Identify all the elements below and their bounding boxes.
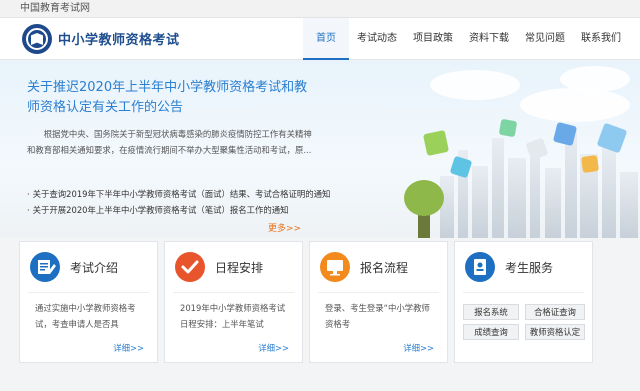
card-title[interactable]: 日程安排 (215, 259, 263, 276)
card-title[interactable]: 报名流程 (360, 259, 408, 276)
nav-home[interactable]: 首页 (303, 18, 349, 60)
details-link[interactable]: 详细>> (113, 342, 144, 354)
hero-headline[interactable]: 关于推迟2020年上半年中小学教师资格考试和教师资格认定有关工作的公告 (27, 78, 317, 118)
card-schedule: 日程安排 2019年中小学教师资格考试日程安排：上半年笔试 详细>> (164, 241, 303, 363)
topbar-site-name[interactable]: 中国教育考试网 (20, 3, 90, 14)
main-nav: 首页 考试动态 项目政策 资料下载 常见问题 联系我们 (303, 18, 629, 60)
card-candidate-services: 考生服务 报名系统 合格证查询 成绩查询 教师资格认定 (454, 241, 593, 363)
document-edit-icon (30, 252, 60, 282)
details-link[interactable]: 详细>> (403, 342, 434, 354)
site-title[interactable]: 中小学教师资格考试 (58, 29, 180, 48)
contact-card-icon (465, 252, 495, 282)
card-title[interactable]: 考试介绍 (70, 259, 118, 276)
site-logo-icon[interactable] (22, 24, 52, 54)
nav-exam-news[interactable]: 考试动态 (349, 18, 405, 60)
header: 中小学教师资格考试 首页 考试动态 项目政策 资料下载 常见问题 联系我们 (0, 18, 640, 60)
hero-summary: 根据党中央、国务院关于新型冠状病毒感染的肺炎疫情防控工作有关精神和教育部相关通知… (27, 129, 312, 155)
card-registration-process: 报名流程 登录、考生登录“中小学教师资格考 详细>> (309, 241, 448, 363)
card-description: 2019年中小学教师资格考试日程安排：上半年笔试 (180, 303, 286, 329)
more-news-link[interactable]: 更多>> (268, 221, 301, 234)
nav-contact[interactable]: 联系我们 (573, 18, 629, 60)
registration-system-button[interactable]: 报名系统 (463, 304, 519, 320)
monitor-icon (320, 252, 350, 282)
news-list: 关于查询2019年下半年中小学教师资格考试（面试）结果、考试合格证明的通知 关于… (27, 186, 337, 218)
nav-faq[interactable]: 常见问题 (517, 18, 573, 60)
score-query-button[interactable]: 成绩查询 (463, 324, 519, 340)
topbar: 中国教育考试网 (0, 0, 640, 18)
card-description: 登录、考生登录“中小学教师资格考 (325, 303, 430, 329)
news-item[interactable]: 关于查询2019年下半年中小学教师资格考试（面试）结果、考试合格证明的通知 (27, 186, 337, 202)
certificate-query-button[interactable]: 合格证查询 (525, 304, 585, 320)
card-description: 通过实施中小学教师资格考试，考查申请人是否具 (35, 303, 136, 329)
details-link[interactable]: 详细>> (258, 342, 289, 354)
news-item[interactable]: 关于开展2020年上半年中小学教师资格考试（笔试）报名工作的通知 (27, 202, 337, 218)
hero-banner: 关于推迟2020年上半年中小学教师资格考试和教师资格认定有关工作的公告 根据党中… (0, 60, 640, 238)
nav-policy[interactable]: 项目政策 (405, 18, 461, 60)
card-exam-intro: 考试介绍 通过实施中小学教师资格考试，考查申请人是否具 详细>> (19, 241, 158, 363)
teacher-certification-button[interactable]: 教师资格认定 (525, 324, 585, 340)
nav-downloads[interactable]: 资料下载 (461, 18, 517, 60)
checkmark-icon (175, 252, 205, 282)
card-title[interactable]: 考生服务 (505, 259, 553, 276)
